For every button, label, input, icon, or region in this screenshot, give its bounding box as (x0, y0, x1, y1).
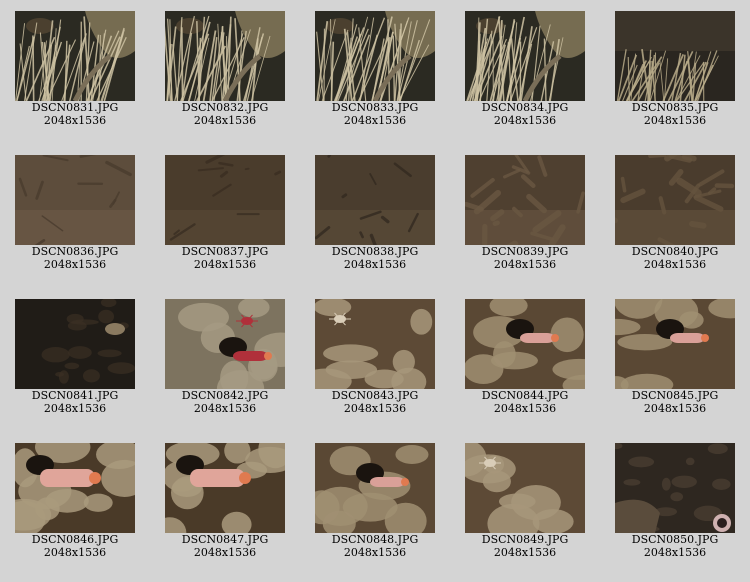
thumbnail-image[interactable] (165, 443, 285, 533)
thumbnail-image[interactable] (315, 299, 435, 389)
thumbnail-filename: DSCN0841.JPG (31, 389, 119, 402)
thumbnail-grid: DSCN0831.JPG 2048x1536 DSCN0832.JPG 2048x15… (0, 0, 750, 582)
thumbnail-filename: DSCN0849.JPG (481, 533, 569, 546)
thumbnail-item[interactable]: DSCN0847.JPG 2048x1536 (150, 432, 300, 576)
thumbnail-item[interactable]: DSCN0848.JPG 2048x1536 (300, 432, 450, 576)
thumbnail-filename: DSCN0833.JPG (331, 101, 419, 114)
thumbnail-dimensions: 2048x1536 (43, 546, 107, 559)
thumbnail-item[interactable]: DSCN0834.JPG 2048x1536 (450, 0, 600, 144)
thumbnail-dimensions: 2048x1536 (643, 402, 707, 415)
thumbnail-image[interactable] (15, 11, 135, 101)
thumbnail-item[interactable]: DSCN0843.JPG 2048x1536 (300, 288, 450, 432)
thumbnail-image[interactable] (465, 11, 585, 101)
thumbnail-dimensions: 2048x1536 (193, 114, 257, 127)
thumbnail-item[interactable]: DSCN0849.JPG 2048x1536 (450, 432, 600, 576)
thumbnail-item[interactable]: DSCN0845.JPG 2048x1536 (600, 288, 750, 432)
thumbnail-item[interactable]: DSCN0833.JPG 2048x1536 (300, 0, 450, 144)
thumbnail-filename: DSCN0840.JPG (631, 245, 719, 258)
thumbnail-dimensions: 2048x1536 (493, 258, 557, 271)
thumbnail-filename: DSCN0836.JPG (31, 245, 119, 258)
thumbnail-filename: DSCN0847.JPG (181, 533, 269, 546)
thumbnail-dimensions: 2048x1536 (43, 402, 107, 415)
thumbnail-image[interactable] (15, 443, 135, 533)
thumbnail-filename: DSCN0850.JPG (631, 533, 719, 546)
thumbnail-image[interactable] (165, 299, 285, 389)
thumbnail-image[interactable] (615, 299, 735, 389)
thumbnail-image[interactable] (315, 155, 435, 245)
thumbnail-image[interactable] (615, 155, 735, 245)
thumbnail-image[interactable] (615, 11, 735, 101)
thumbnail-item[interactable]: DSCN0839.JPG 2048x1536 (450, 144, 600, 288)
thumbnail-item[interactable]: DSCN0841.JPG 2048x1536 (0, 288, 150, 432)
thumbnail-dimensions: 2048x1536 (343, 546, 407, 559)
thumbnail-dimensions: 2048x1536 (193, 402, 257, 415)
thumbnail-filename: DSCN0835.JPG (631, 101, 719, 114)
thumbnail-image[interactable] (465, 155, 585, 245)
thumbnail-item[interactable]: DSCN0836.JPG 2048x1536 (0, 144, 150, 288)
thumbnail-filename: DSCN0845.JPG (631, 389, 719, 402)
thumbnail-dimensions: 2048x1536 (493, 546, 557, 559)
thumbnail-item[interactable]: DSCN0844.JPG 2048x1536 (450, 288, 600, 432)
thumbnail-image[interactable] (315, 443, 435, 533)
thumbnail-filename: DSCN0837.JPG (181, 245, 269, 258)
thumbnail-filename: DSCN0842.JPG (181, 389, 269, 402)
thumbnail-dimensions: 2048x1536 (493, 114, 557, 127)
thumbnail-filename: DSCN0843.JPG (331, 389, 419, 402)
thumbnail-filename: DSCN0832.JPG (181, 101, 269, 114)
thumbnail-dimensions: 2048x1536 (343, 114, 407, 127)
thumbnail-item[interactable]: DSCN0837.JPG 2048x1536 (150, 144, 300, 288)
thumbnail-dimensions: 2048x1536 (643, 114, 707, 127)
thumbnail-dimensions: 2048x1536 (493, 402, 557, 415)
thumbnail-filename: DSCN0831.JPG (31, 101, 119, 114)
thumbnail-item[interactable]: DSCN0840.JPG 2048x1536 (600, 144, 750, 288)
thumbnail-item[interactable]: DSCN0842.JPG 2048x1536 (150, 288, 300, 432)
thumbnail-dimensions: 2048x1536 (43, 258, 107, 271)
thumbnail-image[interactable] (315, 11, 435, 101)
thumbnail-item[interactable]: DSCN0846.JPG 2048x1536 (0, 432, 150, 576)
thumbnail-filename: DSCN0846.JPG (31, 533, 119, 546)
thumbnail-dimensions: 2048x1536 (43, 114, 107, 127)
thumbnail-item[interactable]: DSCN0838.JPG 2048x1536 (300, 144, 450, 288)
thumbnail-dimensions: 2048x1536 (643, 258, 707, 271)
thumbnail-item[interactable]: DSCN0832.JPG 2048x1536 (150, 0, 300, 144)
thumbnail-filename: DSCN0848.JPG (331, 533, 419, 546)
thumbnail-item[interactable]: DSCN0831.JPG 2048x1536 (0, 0, 150, 144)
thumbnail-image[interactable] (615, 443, 735, 533)
thumbnail-filename: DSCN0844.JPG (481, 389, 569, 402)
thumbnail-dimensions: 2048x1536 (343, 402, 407, 415)
thumbnail-item[interactable]: DSCN0850.JPG 2048x1536 (600, 432, 750, 576)
thumbnail-image[interactable] (165, 11, 285, 101)
thumbnail-image[interactable] (465, 443, 585, 533)
thumbnail-filename: DSCN0839.JPG (481, 245, 569, 258)
thumbnail-image[interactable] (15, 155, 135, 245)
thumbnail-item[interactable]: DSCN0835.JPG 2048x1536 (600, 0, 750, 144)
thumbnail-dimensions: 2048x1536 (193, 546, 257, 559)
thumbnail-filename: DSCN0838.JPG (331, 245, 419, 258)
thumbnail-dimensions: 2048x1536 (343, 258, 407, 271)
thumbnail-image[interactable] (15, 299, 135, 389)
thumbnail-image[interactable] (465, 299, 585, 389)
thumbnail-dimensions: 2048x1536 (643, 546, 707, 559)
thumbnail-image[interactable] (165, 155, 285, 245)
thumbnail-dimensions: 2048x1536 (193, 258, 257, 271)
thumbnail-filename: DSCN0834.JPG (481, 101, 569, 114)
